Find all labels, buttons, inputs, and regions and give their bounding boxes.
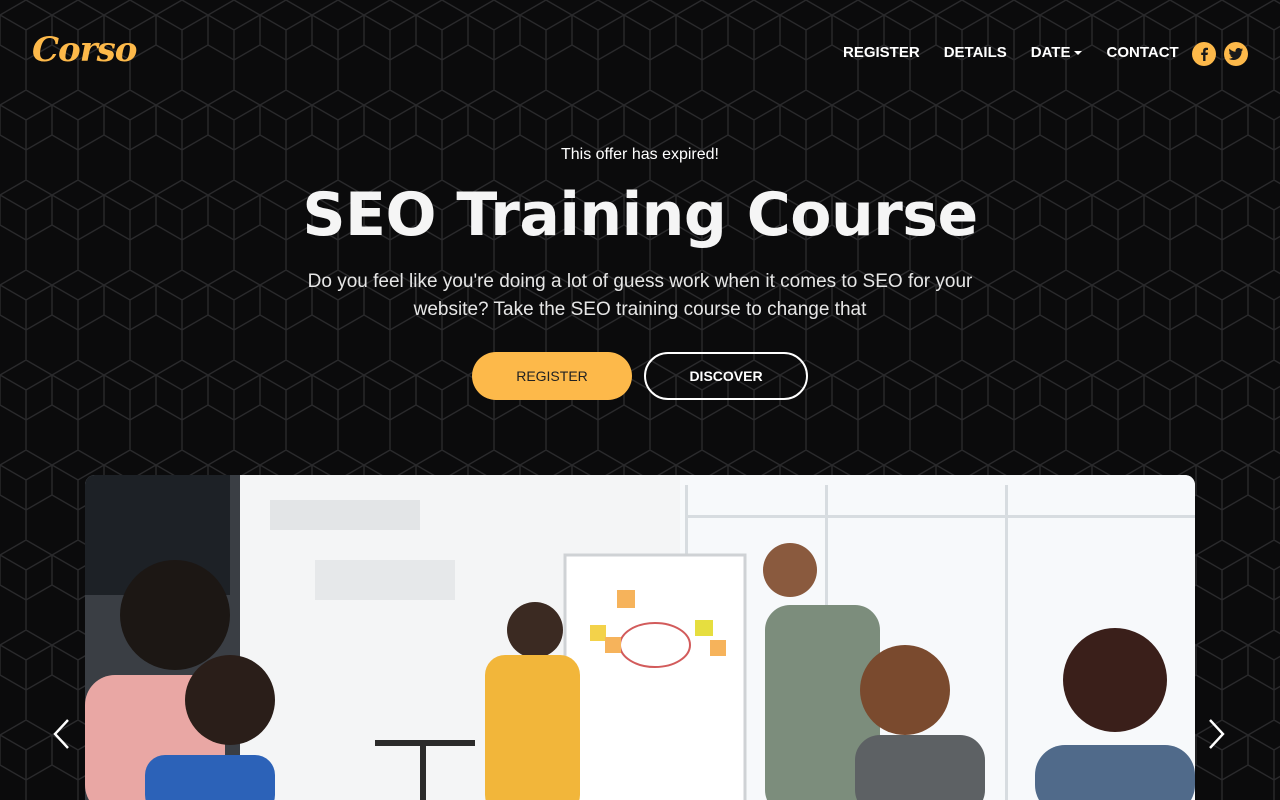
chevron-left-icon [53, 719, 69, 749]
nav-date-label: DATE [1030, 44, 1071, 61]
discover-button[interactable]: DISCOVER [644, 352, 808, 400]
nav-details[interactable]: DETAILS [944, 44, 1007, 61]
page-title: SEO Training Course [302, 180, 978, 250]
carousel-prev-button[interactable] [52, 718, 70, 754]
nav-contact-label: CONTACT [1106, 44, 1179, 61]
nav-details-label: DETAILS [943, 44, 1007, 61]
nav-register-label: REGISTER [843, 44, 920, 61]
hero-subtitle: Do you feel like you're doing a lot of g… [307, 271, 973, 320]
main-nav: REGISTER DETAILS DATE CONTACT [843, 44, 1203, 61]
offer-expired-notice: This offer has expired! [560, 146, 719, 163]
nav-contact[interactable]: CONTACT [1106, 44, 1178, 61]
register-button[interactable]: REGISTER [472, 352, 632, 400]
facebook-icon[interactable] [1192, 42, 1216, 66]
twitter-icon[interactable] [1224, 42, 1248, 66]
nav-register[interactable]: REGISTER [843, 44, 920, 61]
caret-down-icon [1074, 50, 1083, 55]
training-photo [85, 475, 1195, 800]
social-links [1192, 42, 1256, 66]
navbar: Corso REGISTER DETAILS DATE CONTACT [0, 0, 1280, 108]
carousel-next-button[interactable] [1208, 718, 1226, 754]
carousel-image [85, 475, 1195, 800]
chevron-right-icon [1209, 719, 1225, 749]
logo[interactable]: Corso [32, 30, 137, 70]
nav-date-dropdown[interactable]: DATE [1031, 44, 1083, 61]
